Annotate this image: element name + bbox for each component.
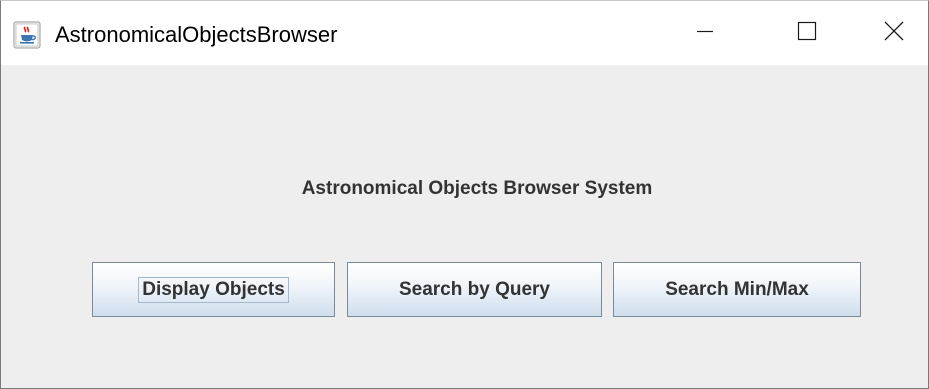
page-title: Astronomical Objects Browser System [301, 178, 653, 199]
app-window: AstronomicalObjectsBrowser Astronomical … [0, 0, 929, 389]
search-min-max-label: Search Min/Max [665, 278, 809, 300]
java-coffee-cup-icon[interactable] [13, 21, 41, 49]
display-objects-label: Display Objects [138, 276, 289, 303]
maximize-icon [797, 21, 817, 46]
search-min-max-button[interactable]: Search Min/Max [613, 262, 861, 317]
display-objects-button[interactable]: Display Objects [92, 262, 335, 317]
window-title: AstronomicalObjectsBrowser [55, 22, 338, 47]
maximize-button[interactable] [787, 13, 827, 53]
minimize-icon [695, 21, 715, 46]
minimize-button[interactable] [685, 13, 725, 53]
content-panel: Astronomical Objects Browser System Disp… [1, 65, 928, 388]
search-by-query-button[interactable]: Search by Query [347, 262, 602, 317]
search-by-query-label: Search by Query [398, 278, 551, 300]
title-bar[interactable]: AstronomicalObjectsBrowser [1, 1, 928, 65]
close-icon [883, 20, 905, 47]
close-button[interactable] [874, 13, 914, 53]
